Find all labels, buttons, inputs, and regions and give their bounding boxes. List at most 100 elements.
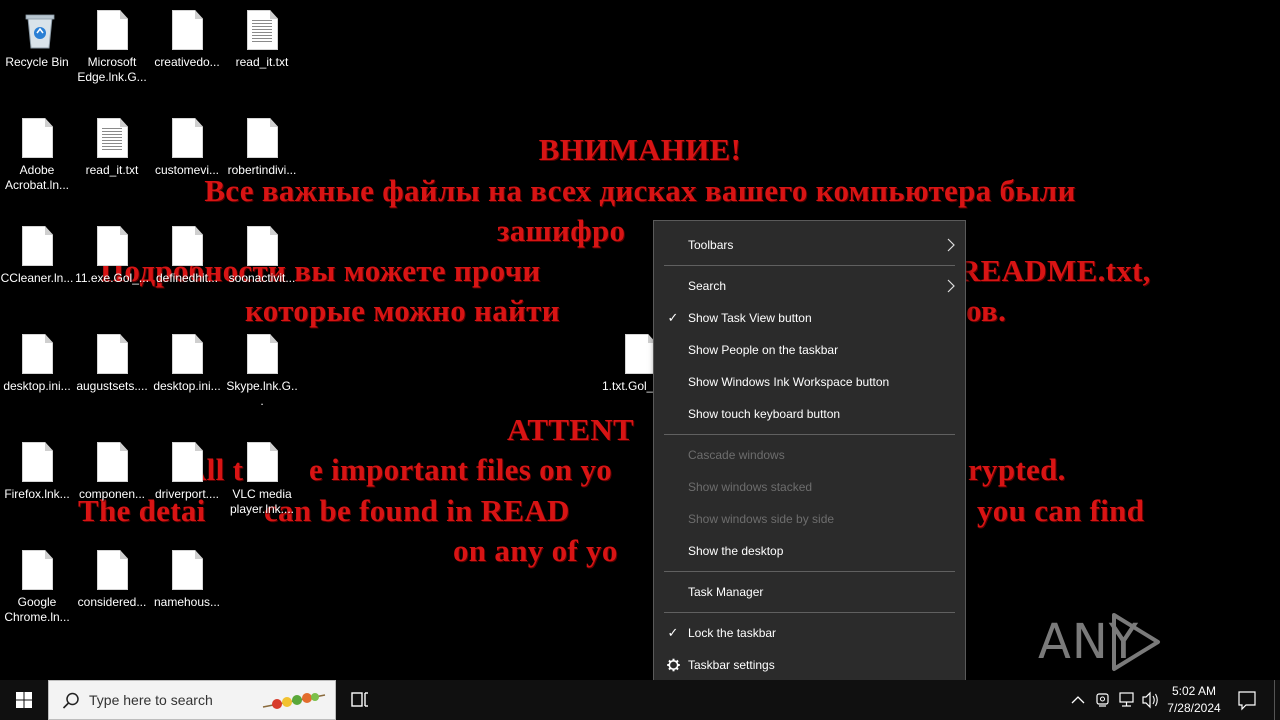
desktop-icon-label: soonactivit... bbox=[228, 271, 296, 285]
desktop-icon-file[interactable]: Adobe Acrobat.ln... bbox=[0, 118, 74, 193]
ransom-line-ru-2: зашифро bbox=[497, 213, 626, 248]
desktop-icon-file[interactable]: driverport.... bbox=[150, 442, 224, 502]
menu-item-label: Show Task View button bbox=[688, 311, 812, 325]
desktop-icon-label: read_it.txt bbox=[85, 163, 139, 177]
search-highlight-art-icon bbox=[262, 693, 326, 709]
menu-item-show-ink-workspace[interactable]: Show Windows Ink Workspace button bbox=[654, 366, 965, 398]
play-logo-icon bbox=[1112, 613, 1160, 671]
file-icon bbox=[21, 118, 53, 158]
desktop-icon-file[interactable]: customevi... bbox=[150, 118, 224, 178]
menu-separator bbox=[664, 612, 955, 613]
menu-item-label: Search bbox=[688, 279, 727, 293]
tray-volume-button[interactable] bbox=[1140, 680, 1162, 720]
file-icon bbox=[171, 550, 203, 590]
tray-meet-now-button[interactable] bbox=[1092, 680, 1114, 720]
file-icon bbox=[21, 442, 53, 482]
menu-item-show-people[interactable]: Show People on the taskbar bbox=[654, 334, 965, 366]
file-icon bbox=[246, 442, 278, 482]
desktop-icon-file[interactable]: augustsets.... bbox=[75, 334, 149, 394]
file-icon bbox=[96, 442, 128, 482]
desktop-icon-label: robertindivi... bbox=[227, 163, 297, 177]
recycle-bin-icon bbox=[21, 10, 55, 50]
desktop-icon-file[interactable]: soonactivit... bbox=[225, 226, 299, 286]
file-icon bbox=[171, 10, 203, 50]
menu-item-label: Show People on the taskbar bbox=[688, 343, 839, 357]
tray-network-button[interactable] bbox=[1116, 680, 1138, 720]
menu-item-label: Cascade windows bbox=[688, 448, 785, 462]
taskbar-context-menu: Toolbars Search ✓ Show Task View button … bbox=[653, 220, 966, 690]
desktop-icon-file[interactable]: definedhit... bbox=[150, 226, 224, 286]
desktop-icon-file[interactable]: desktop.ini... bbox=[150, 334, 224, 394]
desktop-icon-label: desktop.ini... bbox=[153, 379, 221, 393]
ransom-line-en-1b: e important files on yo bbox=[309, 452, 613, 487]
desktop-icon-label: componen... bbox=[78, 487, 146, 501]
menu-item-lock-taskbar[interactable]: ✓ Lock the taskbar bbox=[654, 617, 965, 649]
file-icon bbox=[246, 334, 278, 374]
menu-item-show-task-view[interactable]: ✓ Show Task View button bbox=[654, 302, 965, 334]
desktop-icon-label: driverport.... bbox=[154, 487, 220, 501]
desktop-icon-file[interactable]: Microsoft Edge.lnk.G... bbox=[75, 10, 149, 85]
menu-item-label: Show Windows Ink Workspace button bbox=[688, 375, 890, 389]
checkmark-icon: ✓ bbox=[667, 625, 679, 640]
task-view-button[interactable] bbox=[340, 680, 380, 720]
menu-item-taskbar-settings[interactable]: Taskbar settings bbox=[654, 649, 965, 681]
taskbar-search-box[interactable]: Type here to search bbox=[48, 680, 336, 720]
desktop-icon-file[interactable]: VLC media player.lnk.... bbox=[225, 442, 299, 517]
desktop-icon-recycle-bin[interactable]: Recycle Bin bbox=[0, 10, 74, 70]
desktop-icon-file[interactable]: Firefox.lnk... bbox=[0, 442, 74, 502]
ransom-line-en-2b: can be found in READ bbox=[264, 493, 570, 528]
desktop-icon-file[interactable]: 11.exe.Gol_... bbox=[75, 226, 149, 286]
clock-date: 7/28/2024 bbox=[1167, 701, 1221, 715]
text-file-icon bbox=[96, 118, 128, 158]
file-icon bbox=[624, 334, 656, 374]
file-icon bbox=[96, 10, 128, 50]
menu-item-show-touch-keyboard[interactable]: Show touch keyboard button bbox=[654, 398, 965, 430]
notification-icon bbox=[1238, 691, 1256, 711]
desktop-icon-text-file[interactable]: read_it.txt bbox=[225, 10, 299, 70]
desktop-icon-label: 11.exe.Gol_... bbox=[75, 271, 149, 285]
ransom-title-en: ATTENT bbox=[507, 412, 634, 447]
file-icon bbox=[96, 226, 128, 266]
show-desktop-button[interactable] bbox=[1274, 680, 1280, 720]
desktop-icon-file[interactable]: considered... bbox=[75, 550, 149, 610]
desktop-icon-file[interactable]: desktop.ini... bbox=[0, 334, 74, 394]
desktop-icon-file[interactable]: CCleaner.ln... bbox=[0, 226, 74, 286]
desktop-icon-file[interactable]: componen... bbox=[75, 442, 149, 502]
menu-item-label: Show the desktop bbox=[688, 544, 784, 558]
desktop-icon-label: customevi... bbox=[154, 163, 220, 177]
ransom-line-en-1c: rypted. bbox=[968, 452, 1066, 487]
menu-item-show-desktop[interactable]: Show the desktop bbox=[654, 535, 965, 567]
menu-item-task-manager[interactable]: Task Manager bbox=[654, 576, 965, 608]
desktop-icon-file[interactable]: namehous... bbox=[150, 550, 224, 610]
menu-item-label: Show windows stacked bbox=[688, 480, 813, 494]
anyrun-watermark: ANY RUN bbox=[1038, 607, 1238, 720]
menu-item-label: Toolbars bbox=[688, 238, 734, 252]
show-hidden-icons-button[interactable] bbox=[1068, 680, 1088, 720]
ransom-line-ru-3b: README.txt, bbox=[958, 253, 1151, 288]
speaker-icon bbox=[1142, 691, 1158, 709]
text-file-icon bbox=[246, 10, 278, 50]
webcam-icon bbox=[1096, 693, 1109, 707]
desktop-icon-label: Firefox.lnk... bbox=[4, 487, 70, 501]
clock-time: 5:02 AM bbox=[1171, 684, 1217, 698]
desktop-icon-file[interactable]: Skype.lnk.G... bbox=[225, 334, 299, 409]
taskbar-clock[interactable]: 5:02 AM 7/28/2024 bbox=[1160, 683, 1228, 717]
chevron-right-icon bbox=[947, 229, 955, 272]
desktop-icon-label: considered... bbox=[77, 595, 147, 609]
taskbar: Type here to search 5:02 AM 7/28/2024 bbox=[0, 680, 1280, 720]
menu-item-toolbars[interactable]: Toolbars bbox=[654, 229, 965, 261]
file-icon bbox=[246, 118, 278, 158]
file-icon bbox=[171, 118, 203, 158]
action-center-button[interactable] bbox=[1234, 680, 1260, 720]
desktop-icon-text-file[interactable]: read_it.txt bbox=[75, 118, 149, 178]
menu-separator bbox=[664, 434, 955, 435]
windows-logo-icon bbox=[16, 692, 32, 708]
file-icon bbox=[96, 334, 128, 374]
desktop-icon-file[interactable]: robertindivi... bbox=[225, 118, 299, 178]
ransom-line-ru-4b: ов. bbox=[966, 293, 1007, 328]
start-button[interactable] bbox=[0, 680, 48, 720]
menu-item-label: Taskbar settings bbox=[688, 658, 775, 672]
desktop-icon-file[interactable]: creativedo... bbox=[150, 10, 224, 70]
menu-item-search[interactable]: Search bbox=[654, 270, 965, 302]
desktop-icon-file[interactable]: Google Chrome.ln... bbox=[0, 550, 74, 625]
